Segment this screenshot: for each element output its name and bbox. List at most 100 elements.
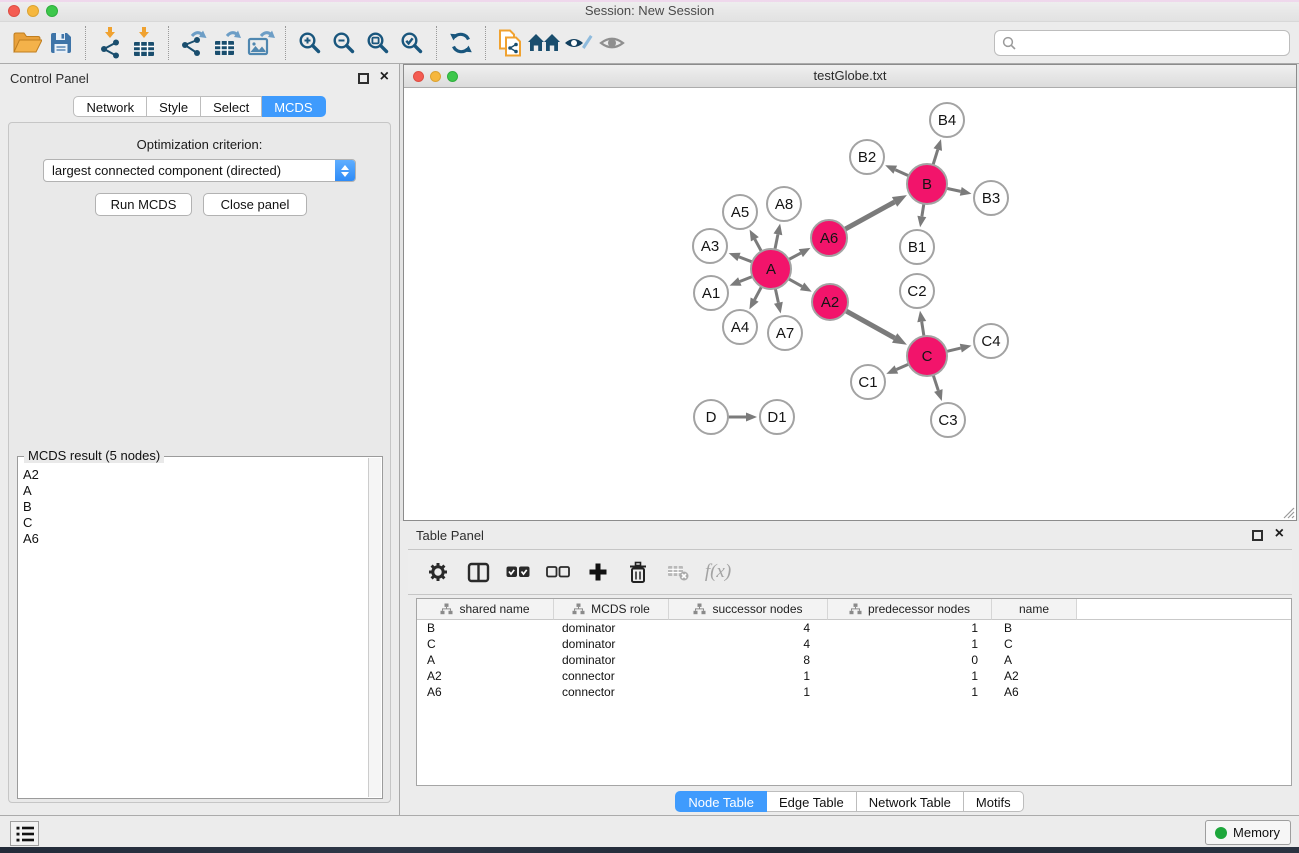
zoom-network-button[interactable]	[447, 71, 458, 82]
column-header-predecessor-nodes[interactable]: predecessor nodes	[828, 599, 992, 620]
graph-node-C3[interactable]: C3	[930, 402, 966, 438]
graph-node-A5[interactable]: A5	[722, 194, 758, 230]
zoom-out-button[interactable]	[327, 25, 361, 61]
split-view-button[interactable]	[460, 553, 496, 591]
mcds-result-item[interactable]: C	[19, 515, 368, 531]
cell-mcds-role[interactable]: dominator	[554, 621, 669, 635]
cell-predecessor-nodes[interactable]: 0	[828, 653, 992, 667]
deselect-all-columns-button[interactable]	[540, 553, 576, 591]
graph-node-B1[interactable]: B1	[899, 229, 935, 265]
table-settings-button[interactable]	[420, 553, 456, 591]
graph-node-C1[interactable]: C1	[850, 364, 886, 400]
column-header-name[interactable]: name	[992, 599, 1077, 620]
float-panel-icon[interactable]	[358, 73, 369, 84]
close-table-panel-icon[interactable]: ×	[1275, 525, 1284, 543]
cell-predecessor-nodes[interactable]: 1	[828, 637, 992, 651]
zoom-selected-button[interactable]	[395, 25, 429, 61]
cell-mcds-role[interactable]: dominator	[554, 637, 669, 651]
resize-grip-icon[interactable]	[1281, 505, 1295, 519]
graph-node-B[interactable]: B	[906, 163, 948, 205]
export-table-button[interactable]	[210, 25, 244, 61]
cell-name[interactable]: A2	[992, 669, 1077, 683]
refresh-button[interactable]	[444, 25, 478, 61]
tab-select[interactable]: Select	[201, 96, 262, 117]
cell-predecessor-nodes[interactable]: 1	[828, 685, 992, 699]
delete-column-button[interactable]	[620, 553, 656, 591]
close-panel-button[interactable]: Close panel	[203, 193, 307, 216]
cell-name[interactable]: A	[992, 653, 1077, 667]
table-row[interactable]: Bdominator41B	[417, 620, 1291, 636]
close-window-button[interactable]	[8, 5, 20, 17]
cell-predecessor-nodes[interactable]: 1	[828, 621, 992, 635]
graph-node-A3[interactable]: A3	[692, 228, 728, 264]
minimize-network-button[interactable]	[430, 71, 441, 82]
open-session-button[interactable]	[10, 25, 44, 61]
run-mcds-button[interactable]: Run MCDS	[95, 193, 192, 216]
mcds-result-item[interactable]: A6	[19, 531, 368, 547]
zoom-in-button[interactable]	[293, 25, 327, 61]
cell-name[interactable]: C	[992, 637, 1077, 651]
graph-node-A1[interactable]: A1	[693, 275, 729, 311]
tab-style[interactable]: Style	[147, 96, 201, 117]
mcds-list-scrollbar[interactable]	[368, 458, 381, 797]
graph-node-A7[interactable]: A7	[767, 315, 803, 351]
save-session-button[interactable]	[44, 25, 78, 61]
minimize-window-button[interactable]	[27, 5, 39, 17]
table-row[interactable]: Cdominator41C	[417, 636, 1291, 652]
column-header-mcds-role[interactable]: MCDS role	[554, 599, 669, 620]
cell-successor-nodes[interactable]: 4	[669, 637, 828, 651]
cell-successor-nodes[interactable]: 4	[669, 621, 828, 635]
zoom-fit-button[interactable]	[361, 25, 395, 61]
graph-node-C[interactable]: C	[906, 335, 948, 377]
home-layout-button[interactable]	[527, 25, 561, 61]
mcds-result-item[interactable]: A	[19, 483, 368, 499]
tab-mcds[interactable]: MCDS	[262, 96, 325, 117]
cell-name[interactable]: A6	[992, 685, 1077, 699]
cell-mcds-role[interactable]: dominator	[554, 653, 669, 667]
column-header-successor-nodes[interactable]: successor nodes	[669, 599, 828, 620]
tab-network[interactable]: Network	[73, 96, 147, 117]
table-row[interactable]: A6connector11A6	[417, 684, 1291, 700]
cell-shared-name[interactable]: A	[417, 653, 554, 667]
graph-node-C4[interactable]: C4	[973, 323, 1009, 359]
cell-shared-name[interactable]: B	[417, 621, 554, 635]
copy-documents-button[interactable]	[493, 25, 527, 61]
export-network-button[interactable]	[176, 25, 210, 61]
cell-successor-nodes[interactable]: 1	[669, 669, 828, 683]
cell-successor-nodes[interactable]: 1	[669, 685, 828, 699]
table-row[interactable]: Adominator80A	[417, 652, 1291, 668]
close-panel-icon[interactable]: ×	[380, 68, 389, 86]
graph-node-B3[interactable]: B3	[973, 180, 1009, 216]
export-image-button[interactable]	[244, 25, 278, 61]
graph-node-D1[interactable]: D1	[759, 399, 795, 435]
graph-node-C2[interactable]: C2	[899, 273, 935, 309]
float-table-panel-icon[interactable]	[1252, 530, 1263, 541]
task-history-button[interactable]	[10, 821, 39, 846]
zoom-window-button[interactable]	[46, 5, 58, 17]
memory-button[interactable]: Memory	[1205, 820, 1291, 845]
cell-predecessor-nodes[interactable]: 1	[828, 669, 992, 683]
import-table-button[interactable]	[127, 25, 161, 61]
cell-shared-name[interactable]: A2	[417, 669, 554, 683]
table-row[interactable]: A2connector11A2	[417, 668, 1291, 684]
mcds-result-item[interactable]: A2	[19, 467, 368, 483]
hide-panel-button[interactable]	[561, 25, 595, 61]
mcds-result-item[interactable]: B	[19, 499, 368, 515]
function-builder-button[interactable]: f(x)	[700, 553, 736, 591]
graph-node-A2[interactable]: A2	[811, 283, 849, 321]
import-network-button[interactable]	[93, 25, 127, 61]
tab-network-table[interactable]: Network Table	[857, 791, 964, 812]
cell-mcds-role[interactable]: connector	[554, 669, 669, 683]
criterion-select[interactable]: largest connected component (directed)	[43, 159, 356, 182]
column-header-shared-name[interactable]: shared name	[417, 599, 554, 620]
search-input[interactable]	[1021, 35, 1282, 50]
delete-table-button[interactable]	[660, 553, 696, 591]
cell-name[interactable]: B	[992, 621, 1077, 635]
network-canvas[interactable]: ABCA2A6A1A3A4A5A7A8B1B2B3B4C1C2C3C4DD1	[404, 88, 1296, 520]
cell-shared-name[interactable]: C	[417, 637, 554, 651]
tab-node-table[interactable]: Node Table	[675, 791, 767, 812]
select-all-columns-button[interactable]	[500, 553, 536, 591]
cell-shared-name[interactable]: A6	[417, 685, 554, 699]
graph-node-B2[interactable]: B2	[849, 139, 885, 175]
tab-motifs[interactable]: Motifs	[964, 791, 1024, 812]
